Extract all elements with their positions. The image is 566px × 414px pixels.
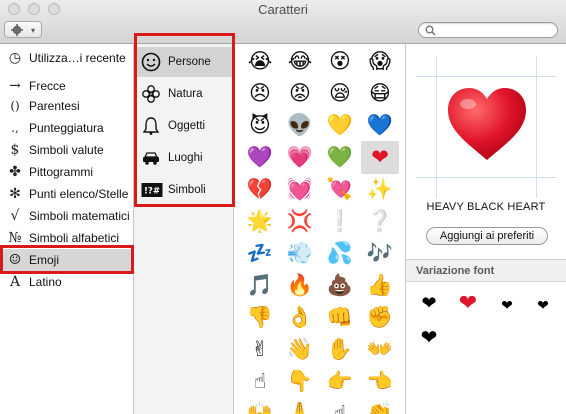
category-item-latino[interactable]: A Latino (0, 271, 133, 293)
add-to-favorites-button[interactable]: Aggiungi ai preferiti (426, 227, 548, 245)
emoji-cell[interactable]: 🙏 (281, 397, 319, 414)
font-variation-item[interactable]: ❤ (528, 291, 558, 321)
emoji-cell[interactable]: 👌 (281, 301, 319, 334)
emoji-cell[interactable]: ☝ (321, 397, 359, 414)
emoji-cell[interactable]: 😱 (361, 45, 399, 78)
emoji-cell[interactable]: 💩 (321, 269, 359, 302)
emoji-cell[interactable]: 😪 (321, 77, 359, 110)
emoji-cell[interactable]: 👈 (361, 365, 399, 398)
category-item-parentesi[interactable]: () Parentesi (0, 95, 133, 117)
highlight-box-emoji (0, 245, 134, 274)
emoji-cell[interactable]: 👋 (281, 333, 319, 366)
clock-icon: ◷ (8, 50, 22, 66)
emoji-cell[interactable]: 💘 (321, 173, 359, 206)
emoji-cell[interactable]: 🌟 (241, 205, 279, 238)
emoji-cell[interactable]: 💛 (321, 109, 359, 142)
arrow-icon: → (9, 78, 21, 94)
currency-icon: $ (10, 142, 20, 158)
emoji-cell[interactable]: 🙌 (241, 397, 279, 414)
emoji-cell[interactable]: ✨ (361, 173, 399, 206)
emoji-cell[interactable]: ❕ (321, 205, 359, 238)
emoji-cell[interactable]: 💢 (281, 205, 319, 238)
emoji-cell[interactable]: 💔 (241, 173, 279, 206)
emoji-cell[interactable]: 👎 (241, 301, 279, 334)
font-variation-label: Variazione font (416, 265, 495, 277)
emoji-cell[interactable]: 💚 (321, 141, 359, 174)
math-icon: √ (10, 208, 20, 224)
search-icon (425, 25, 436, 36)
category-label: Parentesi (29, 99, 80, 113)
emoji-cell[interactable]: 👇 (281, 365, 319, 398)
window-titlebar: Caratteri ▾ (0, 0, 566, 44)
emoji-cell[interactable]: ☝ (241, 365, 279, 398)
category-item-punti-elenco-stelle[interactable]: ✻ Punti elenco/Stelle (0, 183, 133, 205)
bullet-icon: ✻ (9, 186, 21, 202)
emoji-cell[interactable]: 👐 (361, 333, 399, 366)
emoji-cell[interactable]: ❔ (361, 205, 399, 238)
emoji-cell[interactable]: 💜 (241, 141, 279, 174)
emoji-cell[interactable]: ✊ (361, 301, 399, 334)
category-label: Simboli alfabetici (29, 231, 120, 245)
category-label: Simboli matematici (29, 209, 130, 223)
emoji-cell[interactable]: 💙 (361, 109, 399, 142)
emoji-cell[interactable]: 😡 (281, 77, 319, 110)
category-list: ◷ Utilizza…i recente → Frecce () Parentesi., P… (0, 44, 134, 414)
emoji-cell[interactable]: 💗 (281, 141, 319, 174)
emoji-cell[interactable]: 🎶 (361, 237, 399, 270)
punctuation-icon: ., (11, 121, 19, 135)
emoji-cell[interactable]: 😈 (241, 109, 279, 142)
emoji-cell[interactable]: 😭 (241, 45, 279, 78)
emoji-cell[interactable]: 💤 (241, 237, 279, 270)
emoji-cell[interactable]: 😵 (321, 45, 359, 78)
category-label: Latino (29, 275, 62, 289)
font-variation-item[interactable]: ❤ (414, 322, 444, 352)
category-item-utilizza-i-recente[interactable]: ◷ Utilizza…i recente (0, 47, 133, 69)
emoji-cell[interactable]: 🎵 (241, 269, 279, 302)
emoji-grid: 😭 😂 😵 😱 😠 😡 😪 😷 😈 👽 💛 💙 💜 💗 💚 ❤ 💔 💓 💘 ✨ 🌟 💢 ❕ ❔ 💤 💨 💦 🎶 🎵 🔥 💩 👍 👎 👌 👊 ✊ ✌ 👋 ✋ 👐… (235, 44, 406, 414)
emoji-cell[interactable]: 💦 (321, 237, 359, 270)
emoji-cell[interactable]: ✋ (321, 333, 359, 366)
category-label: Simboli valute (29, 143, 104, 157)
action-menu-button[interactable]: ▾ (4, 21, 42, 38)
emoji-cell[interactable]: 👍 (361, 269, 399, 302)
category-label: Pittogrammi (29, 165, 94, 179)
category-item-punteggiatura[interactable]: ., Punteggiatura (0, 117, 133, 139)
font-variation-header: Variazione font (406, 260, 566, 282)
highlight-box-subcategories (134, 33, 235, 207)
category-label: Punteggiatura (29, 121, 104, 135)
emoji-cell[interactable]: ✌ (241, 333, 279, 366)
emoji-cell[interactable]: 💨 (281, 237, 319, 270)
category-label: Frecce (29, 79, 66, 93)
emoji-cell[interactable]: 🔥 (281, 269, 319, 302)
parentheses-icon: () (10, 99, 20, 113)
character-name: HEAVY BLACK HEART (426, 201, 546, 213)
heart-icon (448, 88, 526, 160)
emoji-cell[interactable]: 😂 (281, 45, 319, 78)
category-item-simboli-valute[interactable]: $ Simboli valute (0, 139, 133, 161)
category-item-simboli-matematici[interactable]: √ Simboli matematici (0, 205, 133, 227)
emoji-cell[interactable]: 👽 (281, 109, 319, 142)
category-label: Utilizza…i recente (29, 51, 126, 65)
emoji-cell[interactable]: 💓 (281, 173, 319, 206)
character-preview (416, 56, 557, 198)
font-variation-item[interactable]: ❤ (414, 289, 444, 319)
emoji-cell[interactable]: 👉 (321, 365, 359, 398)
emoji-cell[interactable]: 😷 (361, 77, 399, 110)
emoji-cell[interactable]: ❤ (361, 141, 399, 174)
font-variation-item[interactable]: ❤ (492, 291, 522, 321)
category-label: Punti elenco/Stelle (29, 187, 129, 201)
font-variation-item[interactable]: ❤ (453, 289, 483, 319)
emoji-cell[interactable]: 😠 (241, 77, 279, 110)
pictograph-icon: ✤ (9, 164, 21, 180)
search-field[interactable] (418, 22, 558, 38)
window-title: Caratteri (258, 2, 308, 17)
emoji-cell[interactable]: 👏 (361, 397, 399, 414)
gear-icon (11, 24, 23, 36)
character-detail-pane: HEAVY BLACK HEART Aggiungi ai preferiti … (406, 44, 566, 414)
emoji-cell[interactable]: 👊 (321, 301, 359, 334)
latin-icon: A (9, 274, 21, 290)
category-item-frecce[interactable]: → Frecce (0, 75, 133, 97)
category-item-pittogrammi[interactable]: ✤ Pittogrammi (0, 161, 133, 183)
chevron-down-icon: ▾ (31, 26, 36, 35)
